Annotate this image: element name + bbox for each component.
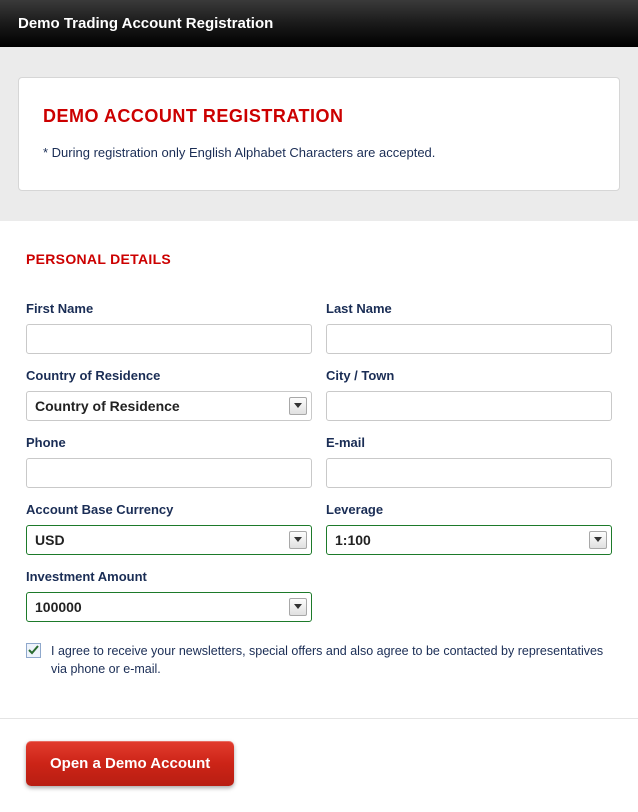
- label-country: Country of Residence: [26, 368, 312, 383]
- select-leverage[interactable]: 1:100: [326, 525, 612, 555]
- intro-note: * During registration only English Alpha…: [43, 145, 595, 160]
- input-last-name[interactable]: [326, 324, 612, 354]
- field-first-name: First Name: [26, 301, 312, 354]
- field-email: E-mail: [326, 435, 612, 488]
- footer: Open a Demo Account: [0, 718, 638, 812]
- field-country: Country of Residence Country of Residenc…: [26, 368, 312, 421]
- consent-text: I agree to receive your newsletters, spe…: [51, 642, 612, 678]
- select-investment-value: 100000: [35, 599, 82, 615]
- window-title: Demo Trading Account Registration: [0, 0, 638, 47]
- field-investment: Investment Amount 100000: [26, 569, 312, 622]
- field-phone: Phone: [26, 435, 312, 488]
- spacer: [326, 569, 612, 622]
- registration-window: Demo Trading Account Registration DEMO A…: [0, 0, 638, 812]
- section-personal-details: PERSONAL DETAILS: [26, 251, 612, 267]
- select-currency[interactable]: USD: [26, 525, 312, 555]
- consent-checkbox[interactable]: [26, 643, 41, 658]
- field-leverage: Leverage 1:100: [326, 502, 612, 555]
- input-city[interactable]: [326, 391, 612, 421]
- label-first-name: First Name: [26, 301, 312, 316]
- open-demo-account-button[interactable]: Open a Demo Account: [26, 741, 234, 786]
- label-leverage: Leverage: [326, 502, 612, 517]
- input-first-name[interactable]: [26, 324, 312, 354]
- field-city: City / Town: [326, 368, 612, 421]
- input-email[interactable]: [326, 458, 612, 488]
- input-phone[interactable]: [26, 458, 312, 488]
- form-area: PERSONAL DETAILS First Name Last Name Co…: [0, 221, 638, 718]
- chevron-down-icon: [589, 531, 607, 549]
- label-email: E-mail: [326, 435, 612, 450]
- label-investment: Investment Amount: [26, 569, 312, 584]
- label-currency: Account Base Currency: [26, 502, 312, 517]
- consent-row: I agree to receive your newsletters, spe…: [26, 642, 612, 688]
- field-currency: Account Base Currency USD: [26, 502, 312, 555]
- label-phone: Phone: [26, 435, 312, 450]
- select-country-value: Country of Residence: [35, 398, 180, 414]
- intro-block: DEMO ACCOUNT REGISTRATION * During regis…: [0, 47, 638, 221]
- label-last-name: Last Name: [326, 301, 612, 316]
- intro-box: DEMO ACCOUNT REGISTRATION * During regis…: [18, 77, 620, 191]
- chevron-down-icon: [289, 598, 307, 616]
- chevron-down-icon: [289, 397, 307, 415]
- select-leverage-value: 1:100: [335, 532, 371, 548]
- intro-heading: DEMO ACCOUNT REGISTRATION: [43, 106, 595, 127]
- select-currency-value: USD: [35, 532, 65, 548]
- field-last-name: Last Name: [326, 301, 612, 354]
- select-country[interactable]: Country of Residence: [26, 391, 312, 421]
- label-city: City / Town: [326, 368, 612, 383]
- chevron-down-icon: [289, 531, 307, 549]
- select-investment[interactable]: 100000: [26, 592, 312, 622]
